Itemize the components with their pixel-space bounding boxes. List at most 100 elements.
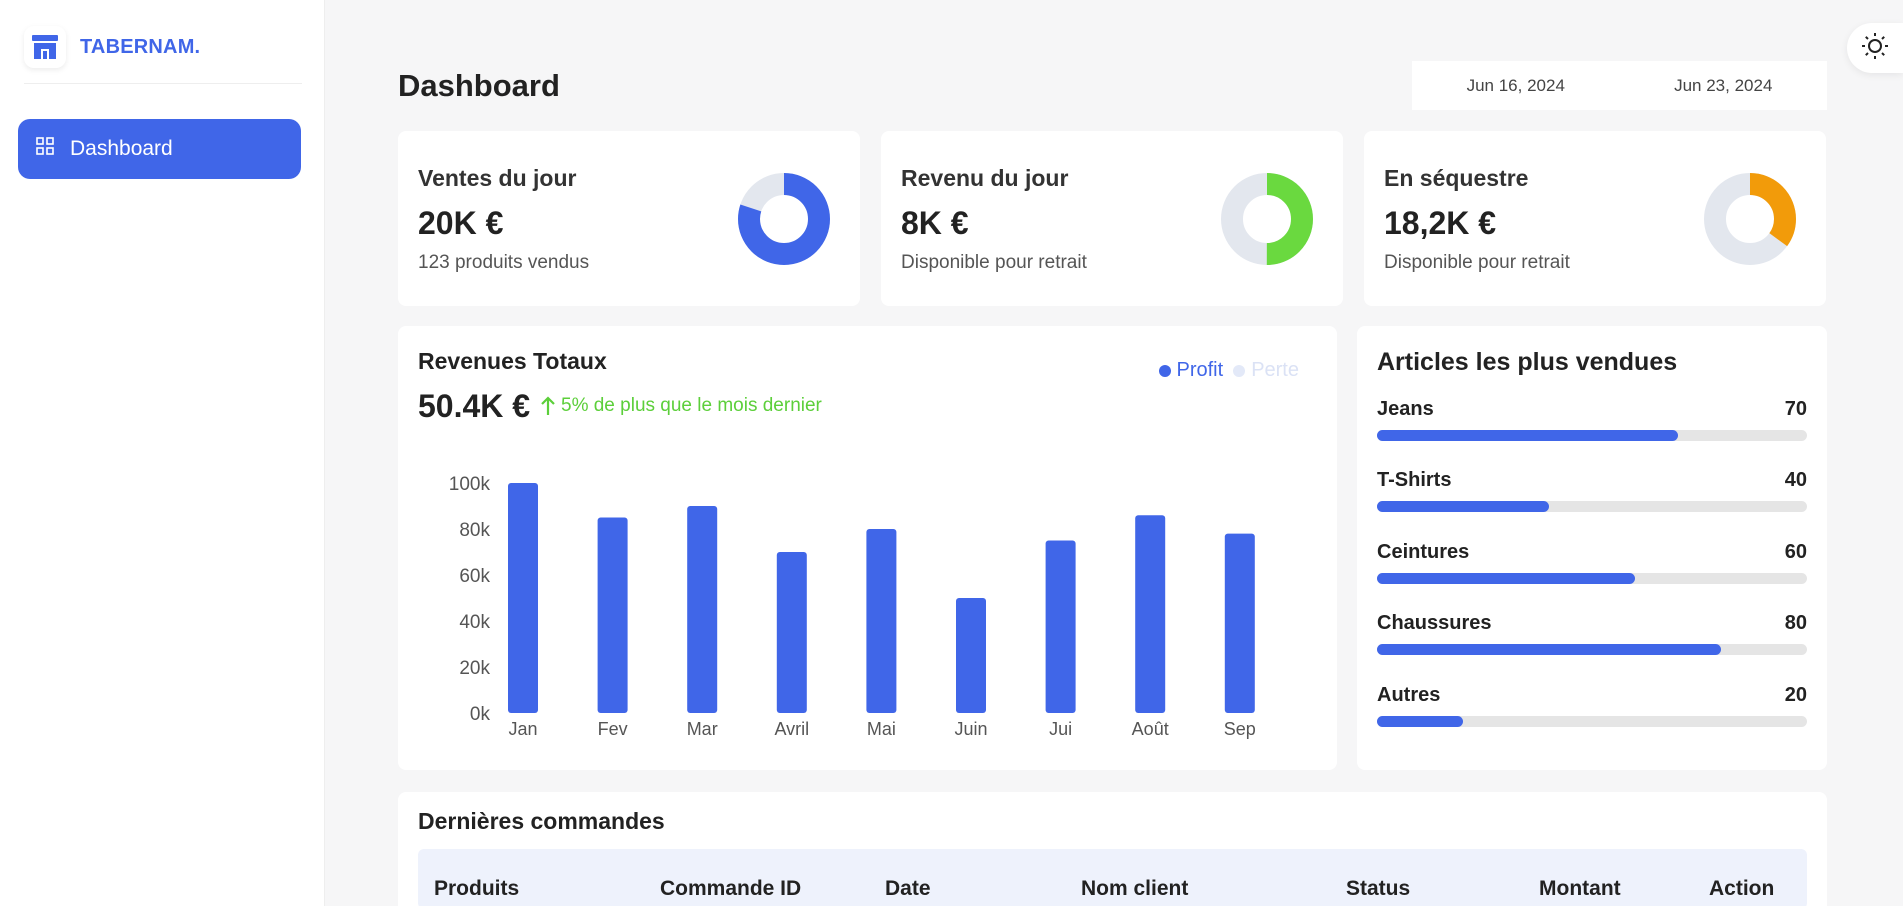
x-tick-label: Mai: [867, 719, 896, 739]
column-header[interactable]: Produits: [434, 877, 519, 901]
progress-fill: [1377, 644, 1721, 655]
theme-toggle-button[interactable]: [1847, 23, 1903, 73]
revenue-trend: 5% de plus que le mois dernier: [541, 395, 822, 417]
donut-chart: [1704, 173, 1796, 265]
orders-title: Dernières commandes: [418, 808, 665, 834]
bar[interactable]: [1135, 515, 1166, 713]
y-tick-label: 60k: [459, 566, 490, 587]
donut-chart: [738, 173, 830, 265]
legend-label: Perte: [1251, 359, 1299, 381]
x-tick-label: Avril: [774, 719, 809, 739]
stat-value: 20K €: [418, 205, 504, 241]
sidebar: TABERNAM. Dashboard: [0, 0, 325, 906]
donut-chart: [1221, 173, 1313, 265]
top-item-name: Jeans: [1377, 398, 1434, 420]
progress-fill: [1377, 501, 1549, 512]
progress-track: [1377, 644, 1807, 655]
progress-track: [1377, 501, 1807, 512]
sidebar-item-dashboard[interactable]: Dashboard: [18, 119, 301, 179]
top-item: Jeans 70: [1377, 398, 1807, 442]
chart-legend: Profit Perte: [1149, 359, 1299, 382]
x-tick-label: Mar: [687, 719, 718, 739]
grid-icon: [36, 137, 54, 161]
column-header[interactable]: Montant: [1539, 877, 1621, 901]
stat-title: Revenu du jour: [901, 165, 1069, 191]
progress-track: [1377, 430, 1807, 441]
bar[interactable]: [508, 483, 538, 713]
sidebar-item-label: Dashboard: [70, 137, 173, 160]
brand-logo[interactable]: TABERNAM.: [24, 26, 200, 68]
y-tick-label: 20k: [459, 658, 490, 679]
store-icon: [24, 26, 66, 68]
y-tick-label: 100k: [449, 474, 491, 495]
top-item-value: 60: [1784, 541, 1807, 563]
top-item: Ceintures 60: [1377, 541, 1807, 585]
x-tick-label: Fev: [598, 719, 628, 739]
stat-subtitle: Disponible pour retrait: [1384, 252, 1570, 273]
x-tick-label: Juin: [954, 719, 987, 739]
progress-fill: [1377, 716, 1463, 727]
bar[interactable]: [866, 529, 897, 713]
orders-table-header: Produits Commande ID Date Nom client Sta…: [418, 849, 1807, 906]
x-tick-label: Sep: [1224, 719, 1256, 739]
top-item: Chaussures 80: [1377, 612, 1807, 656]
top-item-name: Ceintures: [1377, 541, 1470, 563]
top-items-card: Articles les plus vendues Jeans 70 T-Shi…: [1357, 326, 1827, 770]
arrow-up-icon: [541, 396, 555, 415]
x-tick-label: Août: [1132, 719, 1169, 739]
bar[interactable]: [687, 506, 718, 713]
column-header[interactable]: Action: [1709, 877, 1774, 901]
top-item-value: 40: [1784, 469, 1807, 491]
column-header[interactable]: Commande ID: [660, 877, 801, 901]
x-tick-label: Jui: [1049, 719, 1072, 739]
bar[interactable]: [956, 598, 986, 713]
bar[interactable]: [1045, 540, 1076, 714]
top-item: Autres 20: [1377, 684, 1807, 728]
date-end[interactable]: Jun 23, 2024: [1620, 76, 1828, 96]
top-item-value: 20: [1784, 684, 1807, 706]
column-header[interactable]: Nom client: [1081, 877, 1188, 901]
page-title: Dashboard: [398, 68, 560, 103]
progress-track: [1377, 573, 1807, 584]
progress-fill: [1377, 573, 1635, 584]
legend-item-loss[interactable]: Perte: [1233, 359, 1299, 382]
bar[interactable]: [597, 517, 628, 714]
top-item-value: 70: [1784, 398, 1807, 420]
column-header[interactable]: Date: [885, 877, 931, 901]
x-tick-label: Jan: [508, 719, 537, 739]
brand-name: TABERNAM.: [80, 35, 201, 58]
date-range-picker[interactable]: Jun 16, 2024 Jun 23, 2024: [1412, 61, 1827, 110]
revenue-trend-text: 5% de plus que le mois dernier: [561, 395, 822, 416]
legend-item-profit[interactable]: Profit: [1158, 359, 1224, 382]
y-tick-label: 80k: [459, 520, 490, 541]
stat-subtitle: 123 produits vendus: [418, 252, 590, 273]
y-tick-label: 0k: [470, 704, 491, 725]
stat-title: Ventes du jour: [418, 165, 577, 191]
progress-track: [1377, 716, 1807, 727]
revenue-value: 50.4K €: [418, 388, 531, 424]
top-item-name: Autres: [1377, 684, 1441, 706]
recent-orders-card: Dernières commandes Produits Commande ID…: [398, 792, 1827, 906]
revenue-bar-chart: 0k 20k 40k 60k 80k 100k Jan Fev Mar Avril Mai Juin J…: [449, 474, 1256, 739]
bar[interactable]: [776, 552, 807, 713]
sun-icon: [1861, 32, 1889, 65]
progress-fill: [1377, 430, 1678, 441]
legend-dot: [1233, 364, 1246, 377]
stat-card-sales: Ventes du jour 20K € 123 produits vendus: [398, 131, 860, 306]
top-item-name: T-Shirts: [1377, 469, 1452, 491]
legend-label: Profit: [1176, 359, 1224, 381]
sidebar-divider: [24, 83, 302, 84]
top-item-value: 80: [1784, 612, 1807, 634]
top-items-title: Articles les plus vendues: [1377, 348, 1678, 376]
y-tick-label: 40k: [459, 612, 490, 633]
date-start[interactable]: Jun 16, 2024: [1412, 76, 1620, 96]
stat-value: 8K €: [901, 205, 969, 241]
top-item-name: Chaussures: [1377, 612, 1492, 634]
bar[interactable]: [1224, 533, 1255, 713]
stat-subtitle: Disponible pour retrait: [901, 252, 1087, 273]
top-item: T-Shirts 40: [1377, 469, 1807, 513]
stat-card-revenue: Revenu du jour 8K € Disponible pour retr…: [881, 131, 1343, 306]
stat-value: 18,2K €: [1384, 205, 1497, 241]
stat-card-escrow: En séquestre 18,2K € Disponible pour ret…: [1364, 131, 1826, 306]
column-header[interactable]: Status: [1346, 877, 1410, 901]
